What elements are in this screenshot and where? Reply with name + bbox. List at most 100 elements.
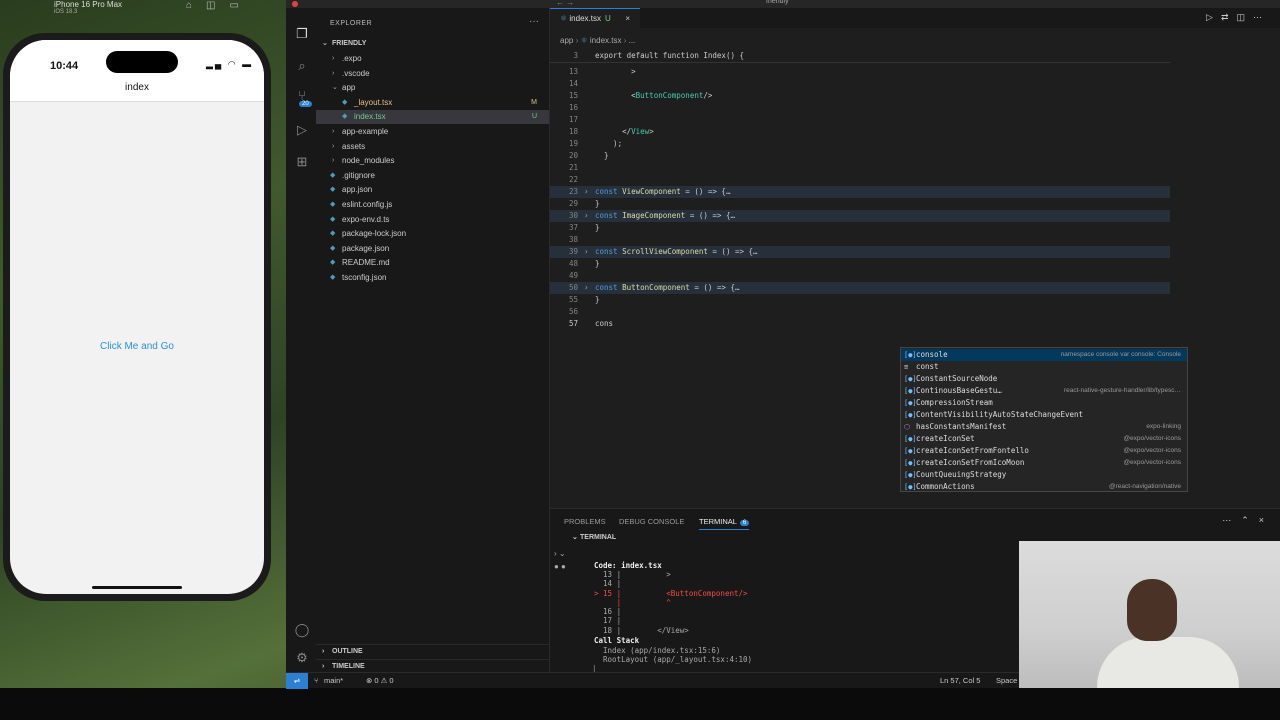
file-item[interactable]: ◆ eslint.config.js [316, 198, 549, 212]
code-line[interactable]: 15 <ButtonComponent/> [550, 90, 1170, 102]
more-actions-icon[interactable]: ⋯ [1222, 515, 1241, 525]
code-line[interactable]: 20 } [550, 150, 1170, 162]
code-line[interactable]: 50 › const ButtonComponent = () => {… [550, 282, 1170, 294]
problems-count[interactable]: ⊗ 0 ⚠ 0 [366, 673, 394, 689]
code-line[interactable]: 23 › const ViewComponent = () => {… [550, 186, 1170, 198]
code-line[interactable]: 39 › const ScrollViewComponent = () => {… [550, 246, 1170, 258]
breadcrumb-item[interactable]: app [560, 36, 573, 45]
close-window-icon[interactable] [292, 1, 298, 7]
suggestion-item[interactable]: [●] createIconSetFromFontello @expo/vector… [901, 445, 1187, 457]
panel-tab[interactable]: PROBLEMS [564, 517, 606, 526]
cursor-position[interactable]: Ln 57, Col 5 [940, 673, 980, 689]
fold-chevron-icon[interactable]: › [584, 210, 589, 222]
explorer-icon[interactable]: ❐ [294, 26, 310, 42]
code-line[interactable]: 22 [550, 174, 1170, 186]
code-line[interactable]: 38 [550, 234, 1170, 246]
folder-item[interactable]: › .vscode [316, 67, 549, 81]
search-icon[interactable]: ⌕ [294, 58, 310, 74]
breakpoint-icon[interactable]: ● ● [554, 562, 566, 571]
suggestion-item[interactable]: ⬡ hasConstantsManifest expo-linking [901, 421, 1187, 433]
folder-item[interactable]: ⌄ app [316, 81, 549, 95]
remote-icon[interactable]: ⇌ [286, 673, 308, 689]
file-item[interactable]: ◆ tsconfig.json [316, 271, 549, 285]
suggestion-item[interactable]: [●] console namespace console var console:… [901, 349, 1187, 361]
project-root[interactable]: ⌄ FRIENDLY [316, 37, 549, 51]
file-item[interactable]: ◆ .gitignore [316, 169, 549, 183]
code-line[interactable]: 49 [550, 270, 1170, 282]
folder-item[interactable]: › node_modules [316, 154, 549, 168]
extensions-icon[interactable]: ⊞ [294, 154, 310, 170]
fold-chevron-icon[interactable]: › [584, 246, 589, 258]
file-item[interactable]: ◆ _layout.tsx M [316, 96, 549, 110]
gear-icon[interactable]: ⚙ [294, 650, 310, 666]
code-line[interactable]: 21 [550, 162, 1170, 174]
account-icon[interactable]: ◯ [294, 622, 310, 638]
breadcrumb-item[interactable]: ... [629, 36, 636, 45]
code-line[interactable]: 55} [550, 294, 1170, 306]
breadcrumb-item[interactable]: index.tsx [590, 36, 622, 45]
panel-tab[interactable]: TERMINAL 6 [699, 517, 750, 530]
more-actions-icon[interactable]: ··· [529, 16, 539, 27]
code-line[interactable]: 17 [550, 114, 1170, 126]
code-line[interactable]: 29} [550, 198, 1170, 210]
fold-chevron-icon[interactable]: › [584, 282, 589, 294]
split-editor-icon[interactable]: ◫ [1236, 12, 1253, 22]
branch-icon: ⑂ [314, 676, 319, 685]
timeline-section[interactable]: › TIMELINE [316, 659, 549, 673]
file-item[interactable]: ◆ index.tsx U [316, 110, 549, 125]
suggestion-item[interactable]: [●] CompressionStream [901, 397, 1187, 409]
code-line[interactable]: 16 [550, 102, 1170, 114]
suggestion-item[interactable]: [●] CommonActions @react-navigation/native [901, 481, 1187, 493]
code-text: > [595, 67, 636, 76]
code-line[interactable]: 19 ); [550, 138, 1170, 150]
sticky-scroll-line[interactable]: 3 export default function Index() { [550, 51, 1170, 63]
chevron-right-icon[interactable]: › ⌄ [554, 549, 566, 558]
code-line[interactable]: 18 </View> [550, 126, 1170, 138]
indentation[interactable]: Space [996, 673, 1017, 689]
folder-item[interactable]: › .expo [316, 52, 549, 66]
code-line[interactable]: 13 > [550, 66, 1170, 78]
code-line[interactable]: 37} [550, 222, 1170, 234]
suggestion-item[interactable]: [●] CountQueuingStrategy [901, 469, 1187, 481]
fold-chevron-icon[interactable]: › [584, 186, 589, 198]
code-editor[interactable]: 3 export default function Index() { 13 >… [550, 48, 1280, 504]
folder-item[interactable]: › assets [316, 140, 549, 154]
file-item[interactable]: ◆ app.json [316, 183, 549, 197]
history-nav-icon[interactable]: ← → [556, 0, 574, 7]
home-icon[interactable]: ⌂ [186, 0, 192, 11]
screenshot-icon[interactable]: ◫ [206, 0, 215, 11]
suggestion-item[interactable]: [●] ContentVisibilityAutoStateChangeEvent [901, 409, 1187, 421]
code-line[interactable]: 14 [550, 78, 1170, 90]
file-item[interactable]: ◆ expo-env.d.ts [316, 213, 549, 227]
suggestion-item[interactable]: [●] createIconSetFromIcoMoon @expo/vector-… [901, 457, 1187, 469]
outline-section[interactable]: › OUTLINE [316, 644, 549, 658]
run-debug-icon[interactable]: ▷ [294, 122, 310, 138]
file-item[interactable]: ◆ package-lock.json [316, 227, 549, 241]
suggestion-item[interactable]: [●] ConstantSourceNode [901, 373, 1187, 385]
run-icon[interactable]: ▷ [1206, 12, 1221, 22]
file-item[interactable]: ◆ README.md [316, 256, 549, 270]
git-branch[interactable]: main* [324, 673, 343, 689]
code-line[interactable]: 57 cons [550, 318, 1170, 330]
folder-item[interactable]: › app-example [316, 125, 549, 139]
close-icon[interactable]: × [1259, 515, 1274, 525]
suggestion-item[interactable]: ≡ const [901, 361, 1187, 373]
panel-tab[interactable]: DEBUG CONSOLE [619, 517, 684, 526]
suggestion-item[interactable]: [●] ContinousBaseGestu… react-native-gestu… [901, 385, 1187, 397]
click-me-button[interactable]: Click Me and Go [10, 341, 264, 352]
command-center[interactable]: friendly [766, 0, 789, 5]
variable-icon: [●] [904, 471, 917, 479]
code-text: cons [595, 319, 614, 328]
code-line[interactable]: 48} [550, 258, 1170, 270]
code-line[interactable]: 30 › const ImageComponent = () => {… [550, 210, 1170, 222]
close-icon[interactable]: × [625, 9, 630, 29]
suggestion-item[interactable]: [●] createIconSet @expo/vector-icons [901, 433, 1187, 445]
file-item[interactable]: ◆ package.json [316, 242, 549, 256]
code-text: export default function Index() { [595, 51, 745, 60]
compare-icon[interactable]: ⇄ [1221, 12, 1237, 22]
code-line[interactable]: 56 [550, 306, 1170, 318]
more-actions-icon[interactable]: ⋯ [1253, 12, 1270, 22]
tab-index-tsx[interactable]: ⚛ index.tsx U × [550, 8, 640, 30]
maximize-icon[interactable]: ⌃ [1241, 515, 1259, 525]
rotate-icon[interactable]: ▭ [230, 0, 239, 11]
